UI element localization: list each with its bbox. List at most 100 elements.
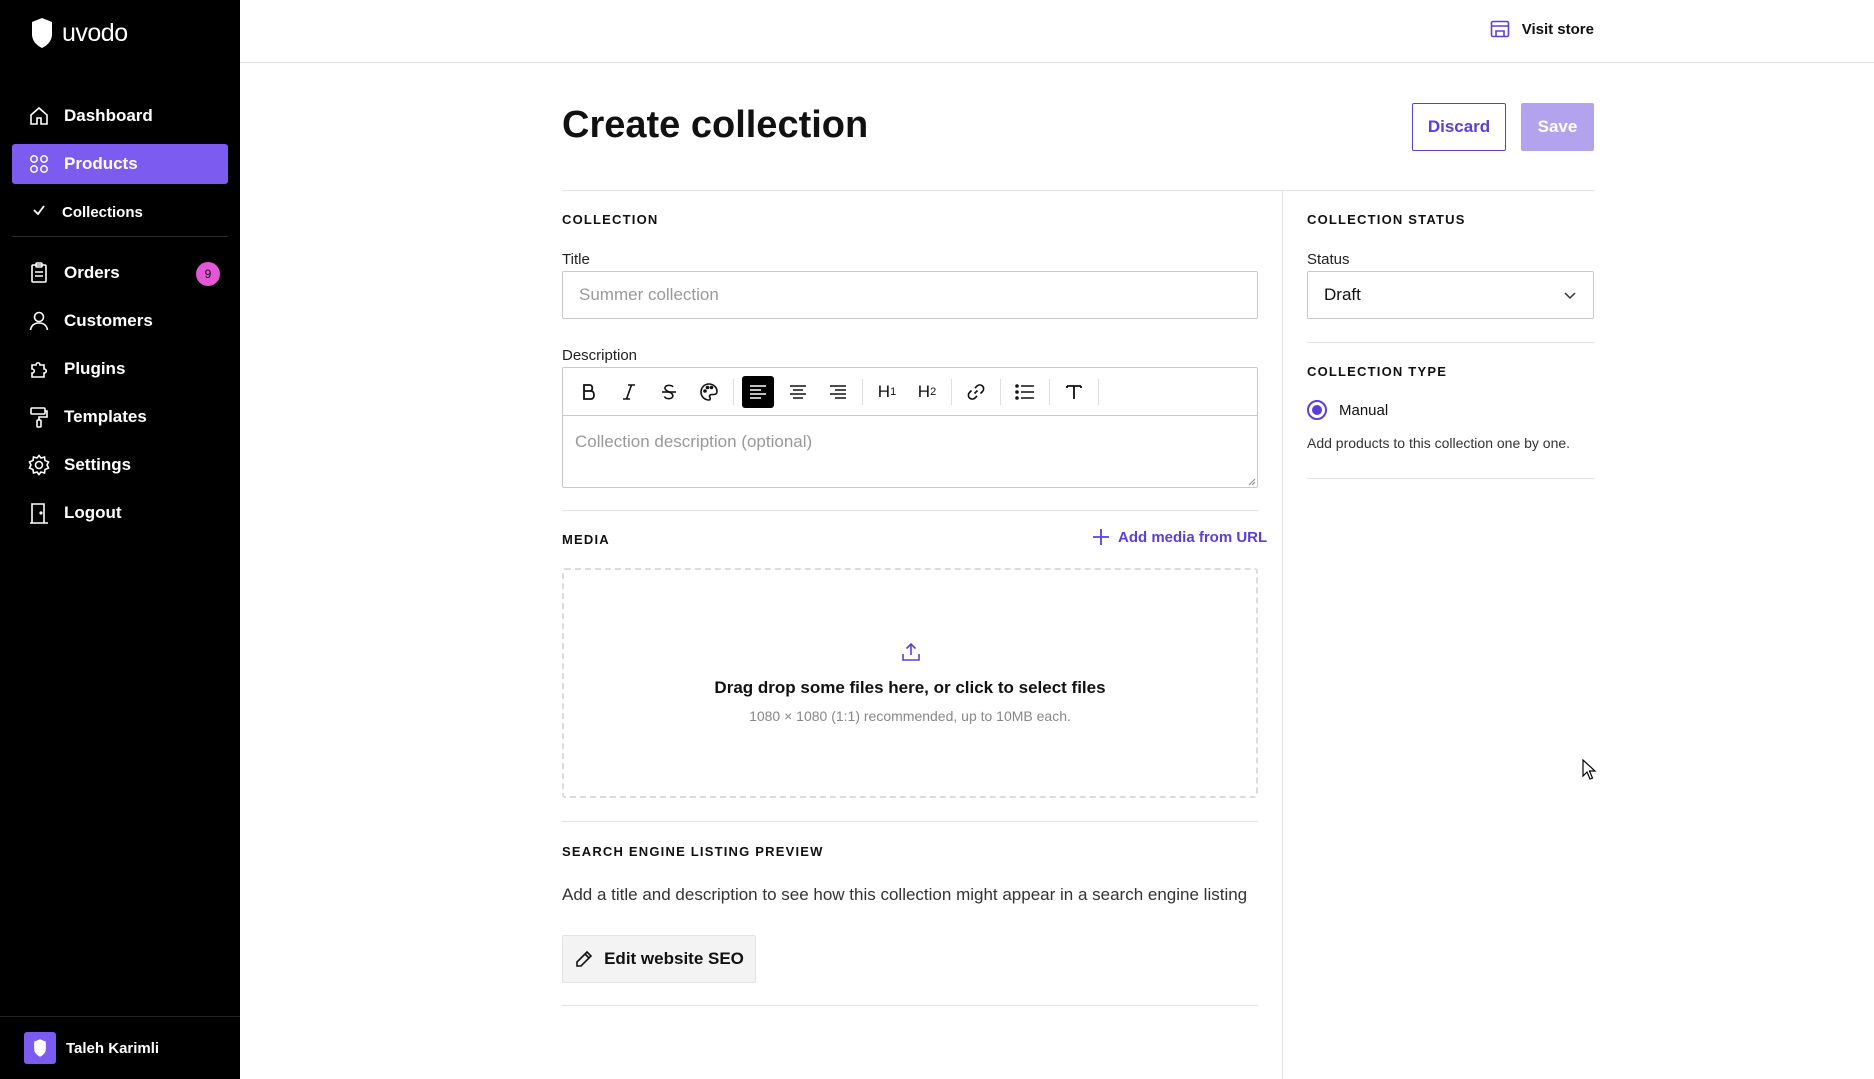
radio-label: Manual — [1339, 401, 1389, 419]
sidebar-item-label: Products — [64, 154, 138, 173]
toolbar-separator — [1000, 378, 1001, 405]
bullet-list-icon[interactable] — [1009, 376, 1041, 408]
sidebar-item-logout[interactable]: Logout — [12, 493, 228, 533]
status-select[interactable]: Draft — [1307, 271, 1594, 319]
puzzle-icon — [28, 358, 50, 380]
add-media-label: Add media from URL — [1118, 528, 1268, 546]
dropzone-hint: 1080 × 1080 (1:1) recommended, up to 10M… — [749, 708, 1071, 724]
clear-format-icon[interactable] — [1058, 376, 1090, 408]
upload-icon — [902, 642, 920, 661]
title-input[interactable] — [562, 271, 1258, 319]
edit-seo-label: Edit website SEO — [604, 949, 744, 968]
save-button[interactable]: Save — [1521, 103, 1594, 151]
visit-store-link[interactable]: Visit store — [1490, 20, 1594, 38]
header-divider — [562, 190, 1594, 191]
bold-icon[interactable] — [573, 376, 605, 408]
column-divider — [1282, 190, 1283, 1079]
strikethrough-icon[interactable] — [653, 376, 685, 408]
toolbar-separator — [951, 378, 952, 405]
collection-type-label: COLLECTION TYPE — [1307, 364, 1448, 379]
toolbar-separator — [733, 378, 734, 405]
shield-logo-icon — [34, 1039, 46, 1057]
section-divider — [562, 1005, 1258, 1006]
toolbar-separator — [1098, 378, 1099, 405]
sidebar-item-customers[interactable]: Customers — [12, 301, 228, 341]
heading-2-icon[interactable]: H2 — [911, 376, 943, 408]
edit-website-seo-button[interactable]: Edit website SEO — [562, 935, 756, 983]
user-name: Taleh Karimli — [66, 1039, 160, 1057]
section-divider — [562, 510, 1258, 511]
description-editor[interactable]: Collection description (optional) — [562, 416, 1258, 488]
check-icon — [32, 203, 46, 221]
sidebar-item-label: Collections — [62, 203, 143, 221]
title-label: Title — [562, 251, 590, 268]
sidebar-item-settings[interactable]: Settings — [12, 445, 228, 485]
add-media-from-url-link[interactable]: Add media from URL — [1092, 528, 1267, 546]
logo[interactable]: uvodo — [30, 18, 128, 48]
section-divider — [562, 821, 1258, 822]
media-dropzone[interactable]: Drag drop some files here, or click to s… — [562, 568, 1258, 798]
section-divider — [1307, 478, 1594, 479]
description-toolbar: H1 H2 — [562, 367, 1258, 416]
sidebar-item-label: Settings — [64, 455, 132, 474]
topbar: Visit store — [240, 0, 1874, 63]
sidebar-item-products[interactable]: Products — [12, 144, 228, 184]
align-center-icon[interactable] — [782, 376, 814, 408]
status-value: Draft — [1324, 285, 1361, 304]
heading-2-letter: H — [917, 381, 931, 401]
sidebar-item-label: Dashboard — [64, 106, 153, 125]
sidebar-item-plugins[interactable]: Plugins — [12, 349, 228, 389]
pencil-icon — [576, 950, 593, 967]
heading-1-number: 1 — [890, 385, 897, 398]
sidebar-item-label: Plugins — [64, 359, 126, 378]
link-icon[interactable] — [960, 376, 992, 408]
chevron-down-icon — [1564, 292, 1576, 300]
description-label: Description — [562, 347, 638, 364]
collection-status-label: COLLECTION STATUS — [1307, 212, 1466, 227]
sidebar-item-orders[interactable]: Orders 9 — [12, 253, 228, 293]
sidebar-item-collections[interactable]: Collections — [12, 192, 228, 232]
orders-count-badge: 9 — [196, 262, 220, 286]
door-icon — [28, 502, 50, 524]
sidebar-item-label: Customers — [64, 311, 153, 330]
sidebar-item-templates[interactable]: Templates — [12, 397, 228, 437]
page-title: Create collection — [562, 104, 869, 146]
sidebar-nav: Dashboard Products Collections Orders 9 — [12, 96, 228, 541]
clipboard-icon — [28, 262, 50, 284]
store-icon — [1490, 20, 1510, 38]
user-profile[interactable]: Taleh Karimli — [0, 1016, 240, 1079]
gear-icon — [28, 454, 50, 476]
discard-button[interactable]: Discard — [1412, 103, 1506, 151]
media-section-label: MEDIA — [562, 532, 610, 547]
italic-icon[interactable] — [613, 376, 645, 408]
toolbar-separator — [862, 378, 863, 405]
heading-1-letter: H — [877, 381, 891, 401]
visit-store-label: Visit store — [1521, 20, 1594, 38]
color-palette-icon[interactable] — [693, 376, 725, 408]
paint-roller-icon — [28, 406, 50, 428]
avatar — [24, 1032, 56, 1064]
status-label: Status — [1307, 251, 1350, 268]
radio-selected-dot — [1312, 405, 1322, 415]
sidebar-item-label: Orders — [64, 263, 120, 282]
shield-logo-icon — [32, 18, 52, 48]
sidebar-item-dashboard[interactable]: Dashboard — [12, 96, 228, 136]
heading-2-number: 2 — [930, 385, 937, 398]
mouse-cursor-icon — [1582, 759, 1597, 780]
collection-type-manual-radio[interactable]: Manual — [1307, 400, 1388, 420]
sidebar-item-label: Logout — [64, 503, 122, 522]
home-icon — [28, 105, 50, 127]
seo-section-label: SEARCH ENGINE LISTING PREVIEW — [562, 844, 824, 859]
align-left-icon[interactable] — [742, 375, 774, 408]
resize-handle-icon[interactable] — [1248, 478, 1256, 486]
sidebar-item-label: Templates — [64, 407, 147, 426]
plus-icon — [1093, 529, 1109, 545]
user-icon — [28, 310, 50, 332]
dropzone-title: Drag drop some files here, or click to s… — [714, 678, 1106, 697]
collection-type-help: Add products to this collection one by o… — [1307, 435, 1571, 451]
align-right-icon[interactable] — [822, 376, 854, 408]
sidebar: uvodo Dashboard Products Collections Ord… — [0, 0, 240, 1079]
heading-1-icon[interactable]: H1 — [871, 376, 903, 408]
brand-name: uvodo — [62, 18, 128, 47]
radio-button[interactable] — [1307, 400, 1327, 420]
